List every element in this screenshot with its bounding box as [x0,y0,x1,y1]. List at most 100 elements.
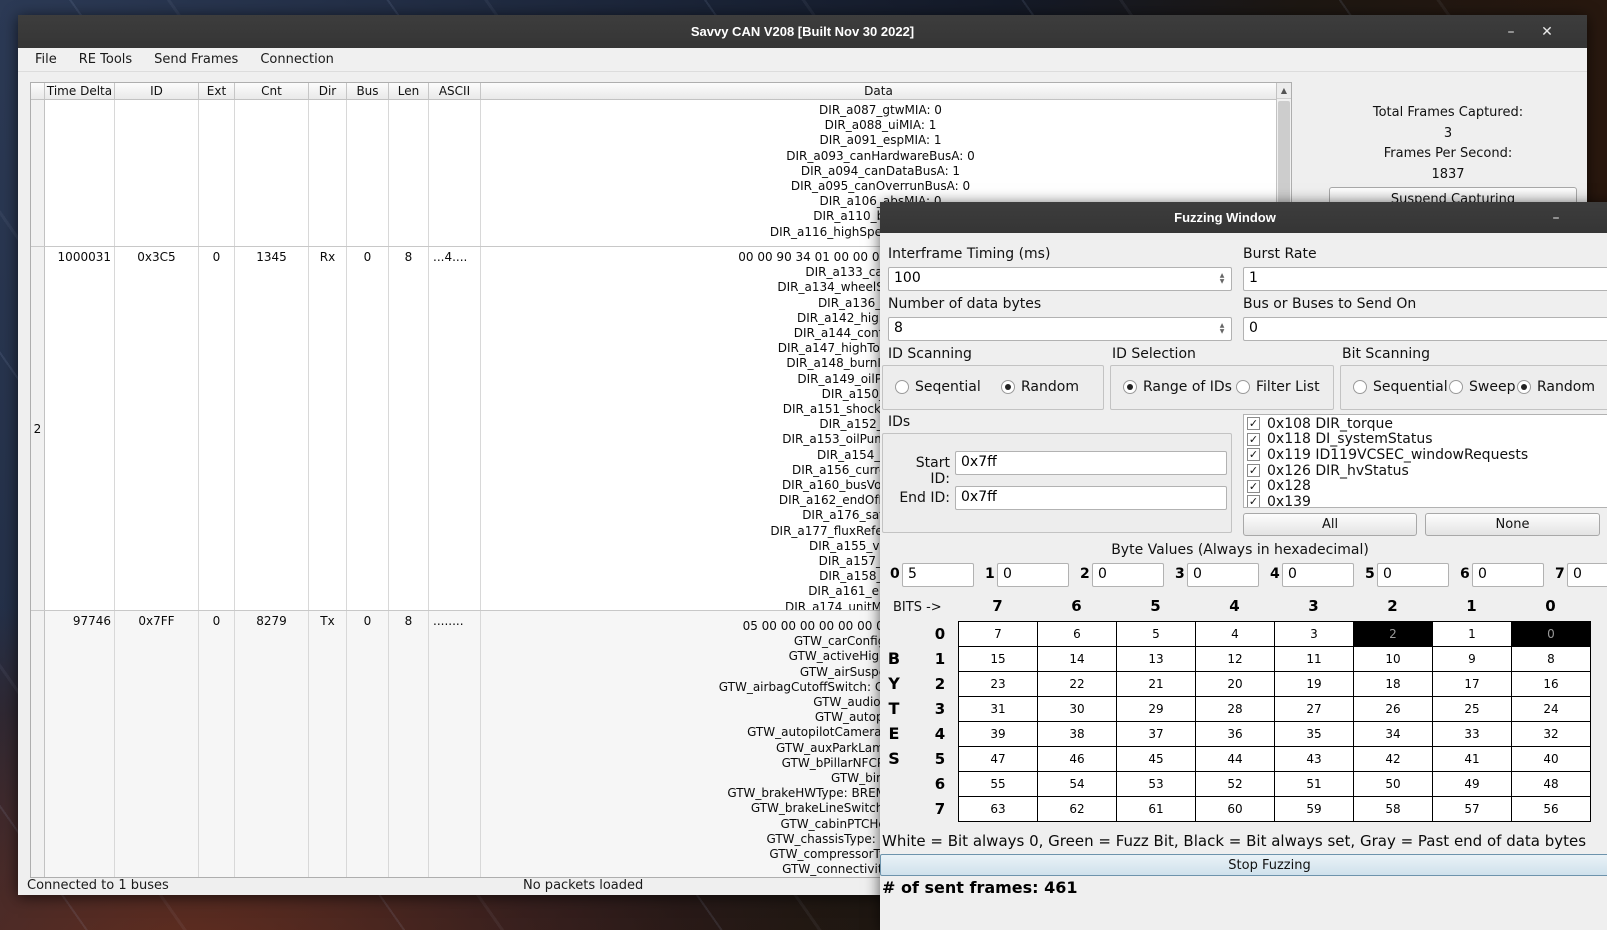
menu-send-frames[interactable]: Send Frames [143,49,249,70]
bit-cell-32[interactable]: 32 [1512,722,1591,747]
bit-cell-27[interactable]: 27 [1275,697,1354,722]
byte-value-input-6[interactable]: 0 [1472,563,1544,587]
minimize-button[interactable]: – [1497,15,1525,48]
byte-value-input-0[interactable]: 5 [902,563,974,587]
bit-cell-36[interactable]: 36 [1196,722,1275,747]
checkbox-icon[interactable]: ✓ [1247,464,1260,477]
column-header-id[interactable]: ID [115,83,199,99]
radio-filter-list[interactable]: Filter List [1236,379,1320,395]
column-header-cnt[interactable]: Cnt [235,83,309,99]
bit-cell-60[interactable]: 60 [1196,797,1275,822]
bit-cell-61[interactable]: 61 [1117,797,1196,822]
radio-sweep[interactable]: Sweep [1449,379,1515,395]
bit-cell-4[interactable]: 4 [1196,622,1275,647]
bit-cell-55[interactable]: 55 [959,772,1038,797]
spinner-arrows-icon[interactable]: ▲▼ [1215,270,1229,288]
checkbox-icon[interactable]: ✓ [1247,448,1260,461]
id-list-item[interactable]: ✓0x119 ID119VCSEC_windowRequests [1247,447,1607,463]
bit-cell-17[interactable]: 17 [1433,672,1512,697]
byte-value-input-5[interactable]: 0 [1377,563,1449,587]
scroll-up-icon[interactable]: ▲ [1277,83,1291,99]
radio-random[interactable]: Random [1001,379,1079,395]
stop-fuzzing-button[interactable]: Stop Fuzzing [880,854,1607,876]
bit-cell-41[interactable]: 41 [1433,747,1512,772]
bit-cell-24[interactable]: 24 [1512,697,1591,722]
start-id-input[interactable]: 0x7ff [955,451,1227,475]
id-list-item[interactable]: ✓0x128 [1247,478,1607,494]
bit-cell-52[interactable]: 52 [1196,772,1275,797]
id-list-item[interactable]: ✓0x139 [1247,494,1607,508]
radio-icon[interactable] [1449,380,1463,394]
byte-value-input-1[interactable]: 0 [997,563,1069,587]
bit-cell-3[interactable]: 3 [1275,622,1354,647]
data-bytes-input[interactable]: 8 ▲▼ [888,317,1232,341]
bit-cell-11[interactable]: 11 [1275,647,1354,672]
radio-icon[interactable] [1236,380,1250,394]
bit-cell-58[interactable]: 58 [1354,797,1433,822]
bit-cell-5[interactable]: 5 [1117,622,1196,647]
bit-cell-42[interactable]: 42 [1354,747,1433,772]
bit-cell-12[interactable]: 12 [1196,647,1275,672]
bit-cell-21[interactable]: 21 [1117,672,1196,697]
bit-cell-7[interactable]: 7 [959,622,1038,647]
radio-seqential[interactable]: Seqential [895,379,981,395]
checkbox-icon[interactable]: ✓ [1247,417,1260,430]
bit-cell-53[interactable]: 53 [1117,772,1196,797]
byte-value-input-2[interactable]: 0 [1092,563,1164,587]
bit-cell-34[interactable]: 34 [1354,722,1433,747]
bit-cell-59[interactable]: 59 [1275,797,1354,822]
scrollbar-thumb[interactable] [1278,101,1290,211]
bit-cell-45[interactable]: 45 [1117,747,1196,772]
fuzzing-minimize-button[interactable]: – [1542,202,1570,233]
bit-cell-15[interactable]: 15 [959,647,1038,672]
bit-cell-51[interactable]: 51 [1275,772,1354,797]
bit-cell-37[interactable]: 37 [1117,722,1196,747]
bit-cell-49[interactable]: 49 [1433,772,1512,797]
checkbox-icon[interactable]: ✓ [1247,433,1260,446]
column-header-ascii[interactable]: ASCII [429,83,481,99]
checkbox-icon[interactable]: ✓ [1247,495,1260,508]
radio-sequential[interactable]: Sequential [1353,379,1448,395]
bit-cell-19[interactable]: 19 [1275,672,1354,697]
main-title-bar[interactable]: Savvy CAN V208 [Built Nov 30 2022] [18,15,1587,48]
menu-file[interactable]: File [24,49,68,70]
bit-cell-40[interactable]: 40 [1512,747,1591,772]
bit-cell-2[interactable]: 2 [1354,622,1433,647]
bit-cell-0[interactable]: 0 [1512,622,1591,647]
bit-cell-23[interactable]: 23 [959,672,1038,697]
radio-icon[interactable] [895,380,909,394]
column-header-ext[interactable]: Ext [199,83,235,99]
id-list-item[interactable]: ✓0x108 DIR_torque [1247,416,1607,432]
bit-cell-16[interactable]: 16 [1512,672,1591,697]
id-list-item[interactable]: ✓0x126 DIR_hvStatus [1247,463,1607,479]
bit-cell-54[interactable]: 54 [1038,772,1117,797]
bit-cell-39[interactable]: 39 [959,722,1038,747]
select-none-button[interactable]: None [1425,513,1600,536]
radio-icon[interactable] [1517,380,1531,394]
bit-cell-35[interactable]: 35 [1275,722,1354,747]
byte-value-input-4[interactable]: 0 [1282,563,1354,587]
select-all-button[interactable]: All [1243,513,1417,536]
bit-cell-25[interactable]: 25 [1433,697,1512,722]
menu-re-tools[interactable]: RE Tools [68,49,143,70]
bit-cell-56[interactable]: 56 [1512,797,1591,822]
bit-cell-43[interactable]: 43 [1275,747,1354,772]
bit-cell-1[interactable]: 1 [1433,622,1512,647]
interframe-timing-input[interactable]: 100 ▲▼ [888,267,1232,291]
id-list-item[interactable]: ✓0x118 DI_systemStatus [1247,432,1607,448]
column-header-len[interactable]: Len [389,83,429,99]
table-header-row[interactable]: Time DeltaIDExtCntDirBusLenASCIIData [31,83,1276,100]
radio-range-of-ids[interactable]: Range of IDs [1123,379,1232,395]
bit-cell-28[interactable]: 28 [1196,697,1275,722]
send-bus-input[interactable]: 0 [1243,317,1607,341]
menu-connection[interactable]: Connection [249,49,345,70]
byte-value-input-3[interactable]: 0 [1187,563,1259,587]
bit-cell-8[interactable]: 8 [1512,647,1591,672]
bit-cell-31[interactable]: 31 [959,697,1038,722]
bit-cell-20[interactable]: 20 [1196,672,1275,697]
bit-cell-22[interactable]: 22 [1038,672,1117,697]
bit-cell-9[interactable]: 9 [1433,647,1512,672]
bit-cell-57[interactable]: 57 [1433,797,1512,822]
end-id-input[interactable]: 0x7ff [955,486,1227,510]
fuzzing-title-bar[interactable]: Fuzzing Window [880,202,1607,233]
